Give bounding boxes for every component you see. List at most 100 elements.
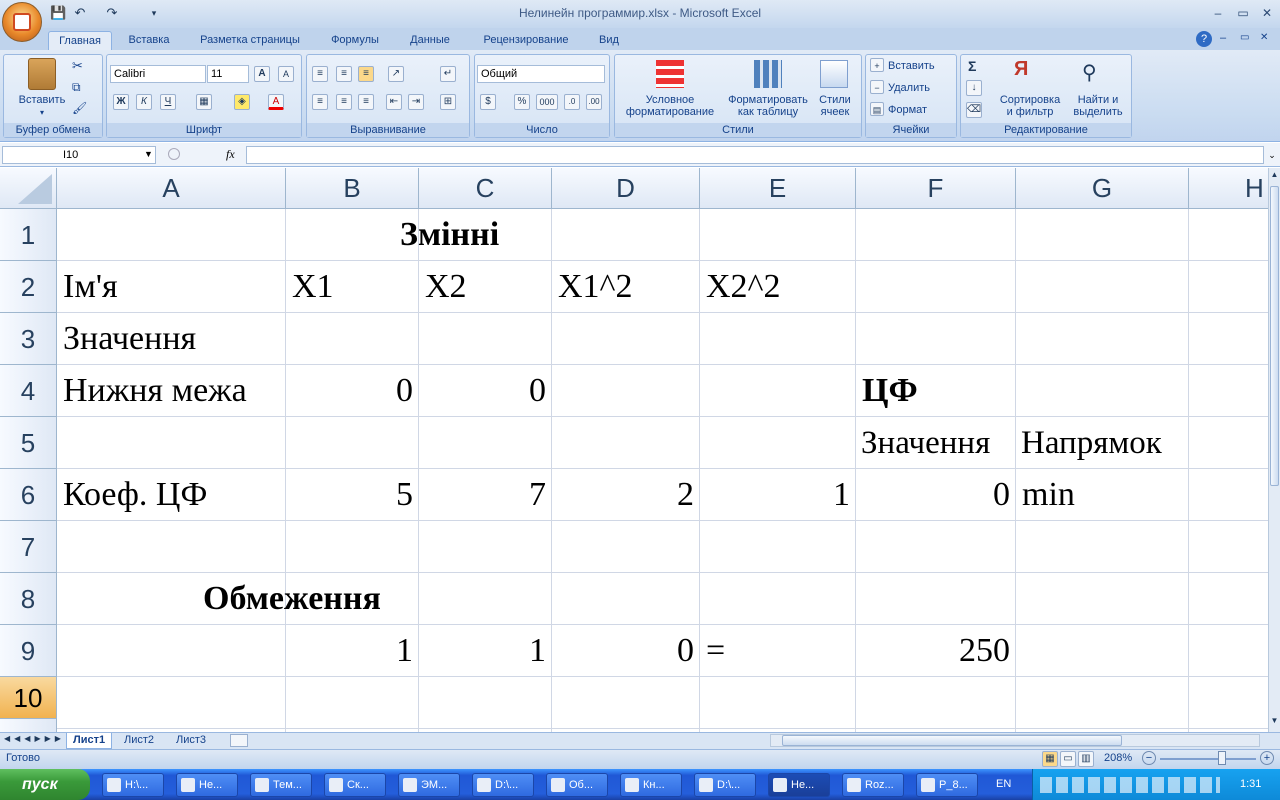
taskbar-item[interactable]: Об... bbox=[546, 773, 608, 797]
tab-review[interactable]: Рецензирование bbox=[470, 31, 582, 50]
cell-b1[interactable]: Змінні bbox=[400, 209, 499, 261]
zoom-slider-thumb[interactable] bbox=[1218, 751, 1226, 765]
zoom-in-icon[interactable]: + bbox=[1260, 751, 1274, 765]
italic-button[interactable]: К bbox=[136, 94, 152, 110]
cell-e2[interactable]: X2^2 bbox=[700, 261, 856, 313]
cell-f6[interactable]: 0 bbox=[856, 469, 1016, 521]
cell-f4[interactable]: ЦФ bbox=[856, 365, 1016, 417]
minimize-icon[interactable]: – bbox=[1207, 4, 1229, 22]
bold-button[interactable]: Ж bbox=[113, 94, 129, 110]
taskbar-item-active[interactable]: Не... bbox=[768, 773, 830, 797]
cell-b4[interactable]: 0 bbox=[286, 365, 419, 417]
tab-view[interactable]: Вид bbox=[590, 31, 628, 50]
column-header-c[interactable]: C bbox=[419, 168, 552, 209]
decrease-indent-icon[interactable]: ⇤ bbox=[386, 94, 402, 110]
insert-sheet-icon[interactable] bbox=[230, 734, 248, 747]
ribbon-minimize-icon[interactable]: – bbox=[1220, 32, 1226, 44]
currency-icon[interactable]: $ bbox=[480, 94, 496, 110]
taskbar-item[interactable]: Кн... bbox=[620, 773, 682, 797]
column-header-d[interactable]: D bbox=[552, 168, 700, 209]
sheet-tab-1[interactable]: Лист1 bbox=[66, 733, 113, 749]
vertical-scrollbar[interactable]: ▲ ▼ bbox=[1268, 168, 1280, 732]
clear-icon[interactable]: ⌫ bbox=[966, 102, 982, 118]
taskbar-item[interactable]: P_8... bbox=[916, 773, 978, 797]
cell-f9[interactable]: 250 bbox=[856, 625, 1016, 677]
font-size-select[interactable]: 11 bbox=[207, 65, 249, 83]
cell-b2[interactable]: X1 bbox=[286, 261, 419, 313]
cell-g6[interactable]: min bbox=[1016, 469, 1189, 521]
sort-filter-button[interactable]: Сортировка и фильтр bbox=[996, 94, 1064, 118]
font-name-select[interactable]: Calibri bbox=[110, 65, 206, 83]
tab-page-layout[interactable]: Разметка страницы bbox=[188, 31, 312, 50]
close-icon[interactable]: ✕ bbox=[1256, 4, 1278, 22]
cell-g5[interactable]: Напрямок bbox=[1016, 417, 1189, 469]
language-indicator[interactable]: EN bbox=[996, 778, 1011, 790]
normal-view-icon[interactable]: ▦ bbox=[1042, 751, 1058, 767]
restore-icon[interactable]: ▭ bbox=[1232, 4, 1254, 22]
row-header-4[interactable]: 4 bbox=[0, 365, 57, 417]
sheet-tab-2[interactable]: Лист2 bbox=[118, 733, 160, 749]
column-header-g[interactable]: G bbox=[1016, 168, 1189, 209]
horizontal-scroll-thumb[interactable] bbox=[782, 735, 1122, 746]
align-left-icon[interactable]: ≡ bbox=[312, 94, 328, 110]
taskbar-item[interactable]: Roz... bbox=[842, 773, 904, 797]
align-middle-icon[interactable]: ≡ bbox=[336, 66, 352, 82]
cell-styles-button[interactable]: Стили ячеек bbox=[812, 94, 858, 118]
taskbar-item[interactable]: Ск... bbox=[324, 773, 386, 797]
align-bottom-icon[interactable]: ≡ bbox=[358, 66, 374, 82]
increase-indent-icon[interactable]: ⇥ bbox=[408, 94, 424, 110]
column-header-h[interactable]: H bbox=[1189, 168, 1268, 209]
row-header-10[interactable]: 10 bbox=[0, 677, 57, 719]
increase-decimal-icon[interactable]: .0 bbox=[564, 94, 580, 110]
column-header-f[interactable]: F bbox=[856, 168, 1016, 209]
autosum-icon[interactable]: Σ bbox=[968, 58, 976, 74]
conditional-formatting-button[interactable]: Условное форматирование bbox=[616, 94, 724, 118]
name-box-dropdown-icon[interactable]: ▼ bbox=[144, 149, 153, 159]
cell-d9[interactable]: 0 bbox=[552, 625, 700, 677]
cell-e9[interactable]: = bbox=[700, 625, 856, 677]
sheet-tab-3[interactable]: Лист3 bbox=[170, 733, 212, 749]
cell-a2[interactable]: Ім'я bbox=[57, 261, 286, 313]
fill-color-icon[interactable]: ◈ bbox=[234, 94, 250, 110]
align-right-icon[interactable]: ≡ bbox=[358, 94, 374, 110]
formula-cancel-icon[interactable] bbox=[168, 148, 180, 160]
font-color-icon[interactable]: A bbox=[268, 94, 284, 110]
paste-button[interactable]: Вставить bbox=[14, 94, 70, 106]
column-header-b[interactable]: B bbox=[286, 168, 419, 209]
cell-a8[interactable]: Обмеження bbox=[203, 573, 381, 625]
row-header-6[interactable]: 6 bbox=[0, 469, 57, 521]
cell-f5[interactable]: Значення bbox=[856, 417, 1016, 469]
taskbar-item[interactable]: D:\... bbox=[694, 773, 756, 797]
percent-button[interactable]: % bbox=[514, 94, 530, 110]
expand-formula-bar-icon[interactable]: ⌄ bbox=[1266, 146, 1278, 164]
fill-icon[interactable]: ↓ bbox=[966, 80, 982, 96]
row-header-5[interactable]: 5 bbox=[0, 417, 57, 469]
tab-data[interactable]: Данные bbox=[398, 31, 462, 50]
tab-insert[interactable]: Вставка bbox=[118, 31, 180, 50]
column-header-e[interactable]: E bbox=[700, 168, 856, 209]
cut-icon[interactable]: ✂ bbox=[72, 58, 83, 74]
format-cells-button[interactable]: Формат bbox=[888, 104, 952, 116]
cell-d6[interactable]: 2 bbox=[552, 469, 700, 521]
page-break-view-icon[interactable]: ▥ bbox=[1078, 751, 1094, 767]
align-center-icon[interactable]: ≡ bbox=[336, 94, 352, 110]
cell-b6[interactable]: 5 bbox=[286, 469, 419, 521]
row-header-11[interactable] bbox=[0, 719, 57, 732]
tray-icons[interactable] bbox=[1040, 777, 1220, 793]
taskbar-item[interactable]: H:\... bbox=[102, 773, 164, 797]
formula-input[interactable] bbox=[246, 146, 1264, 164]
ribbon-close-icon[interactable]: ✕ bbox=[1260, 32, 1268, 43]
start-button[interactable]: пуск bbox=[0, 769, 90, 800]
copy-icon[interactable]: ⧉ bbox=[72, 80, 81, 95]
tab-formulas[interactable]: Формулы bbox=[322, 31, 388, 50]
sheet-nav-icons[interactable]: ◀◀◀▶▶▶ bbox=[4, 734, 65, 743]
office-button[interactable] bbox=[2, 2, 42, 42]
zoom-out-icon[interactable]: − bbox=[1142, 751, 1156, 765]
merge-center-icon[interactable]: ⊞ bbox=[440, 94, 456, 110]
cell-d2[interactable]: X1^2 bbox=[552, 261, 700, 313]
select-all-button[interactable] bbox=[0, 168, 57, 209]
underline-button[interactable]: Ч bbox=[160, 94, 176, 110]
format-painter-icon[interactable]: 🖌 bbox=[72, 101, 87, 115]
taskbar-item[interactable]: D:\... bbox=[472, 773, 534, 797]
row-header-3[interactable]: 3 bbox=[0, 313, 57, 365]
